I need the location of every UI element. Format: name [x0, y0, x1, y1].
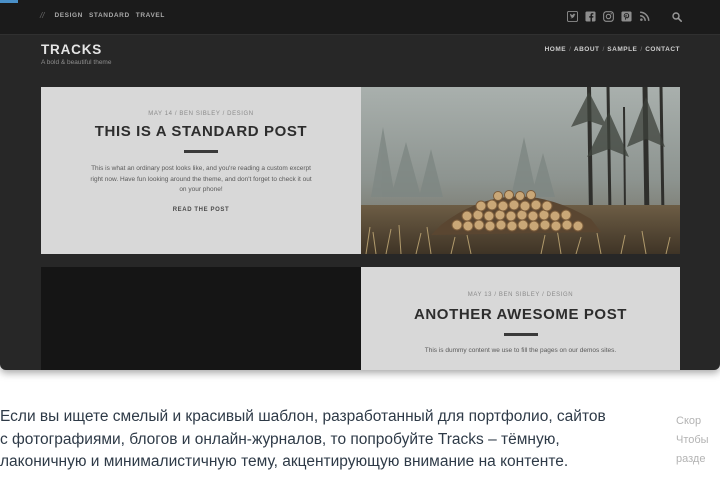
article-line: Если вы ищете смелый и красивый шаблон, …	[0, 408, 606, 425]
post-meta: MAY 14 / BEN SIBLEY / DESIGN	[148, 111, 254, 117]
post-excerpt: This is dummy content we use to fill the…	[424, 347, 617, 354]
side-hint-line: Скор	[676, 415, 702, 427]
facebook-icon[interactable]	[585, 11, 596, 22]
category-link-design[interactable]: DESIGN	[54, 12, 83, 19]
post-title[interactable]: THIS IS A STANDARD POST	[41, 123, 361, 140]
post-meta: MAY 13 / BEN SIBLEY / DESIGN	[467, 292, 574, 298]
nav-separator: /	[640, 46, 643, 53]
search-icon[interactable]	[672, 12, 682, 22]
nav-item-contact[interactable]: CONTACT	[645, 46, 680, 53]
post-card-dark-panel	[41, 267, 361, 370]
read-more-link[interactable]: READ THE POST	[41, 207, 361, 213]
site-tagline: A bold & beautiful theme	[41, 59, 112, 66]
nav-item-about[interactable]: ABOUT	[574, 46, 600, 53]
nav-item-home[interactable]: HOME	[545, 46, 567, 53]
article-line: с фотографиями, блогов и онлайн-журналов…	[0, 430, 560, 448]
corner-accent	[0, 0, 18, 3]
side-hint-line: Чтобы	[676, 434, 709, 446]
rss-icon[interactable]	[639, 11, 650, 22]
post-card-standard: MAY 14 / BEN SIBLEY / DESIGN THIS IS A S…	[41, 87, 361, 254]
theme-screenshot: // DESIGN STANDARD TRAVEL TRACKS A bold …	[0, 0, 720, 370]
twitter-icon[interactable]	[567, 11, 578, 22]
instagram-icon[interactable]	[603, 11, 614, 22]
site-branding: TRACKS A bold & beautiful theme	[41, 42, 111, 66]
post-title[interactable]: ANOTHER AWESOME POST	[361, 306, 680, 323]
category-link-standard[interactable]: STANDARD	[89, 12, 130, 19]
title-divider	[184, 150, 218, 153]
side-hint-text: Скор Чтобы разде	[676, 412, 709, 469]
menu-slash-icon: //	[40, 11, 45, 20]
featured-image-log-pile[interactable]	[361, 87, 680, 254]
post-excerpt: This is what an ordinary post looks like…	[90, 165, 312, 193]
social-icons	[567, 11, 650, 22]
post-card-awesome: MAY 13 / BEN SIBLEY / DESIGN ANOTHER AWE…	[361, 267, 680, 370]
main-navigation: HOME / ABOUT / SAMPLE / CONTACT	[545, 46, 680, 53]
nav-separator: /	[602, 46, 605, 53]
title-divider	[503, 333, 538, 336]
top-bar: // DESIGN STANDARD TRAVEL	[0, 0, 720, 35]
side-hint-line: разде	[676, 453, 706, 465]
site-title[interactable]: TRACKS	[41, 42, 111, 57]
article-paragraph: Если вы ищете смелый и красивый шаблон, …	[0, 406, 716, 474]
nav-item-sample[interactable]: SAMPLE	[607, 46, 637, 53]
category-menu: // DESIGN STANDARD TRAVEL	[40, 11, 165, 20]
category-link-travel[interactable]: TRAVEL	[136, 12, 165, 19]
article-line: лаконичную и минималистичную тему, акцен…	[0, 453, 569, 470]
nav-separator: /	[569, 46, 571, 53]
pinterest-icon[interactable]	[621, 11, 632, 22]
